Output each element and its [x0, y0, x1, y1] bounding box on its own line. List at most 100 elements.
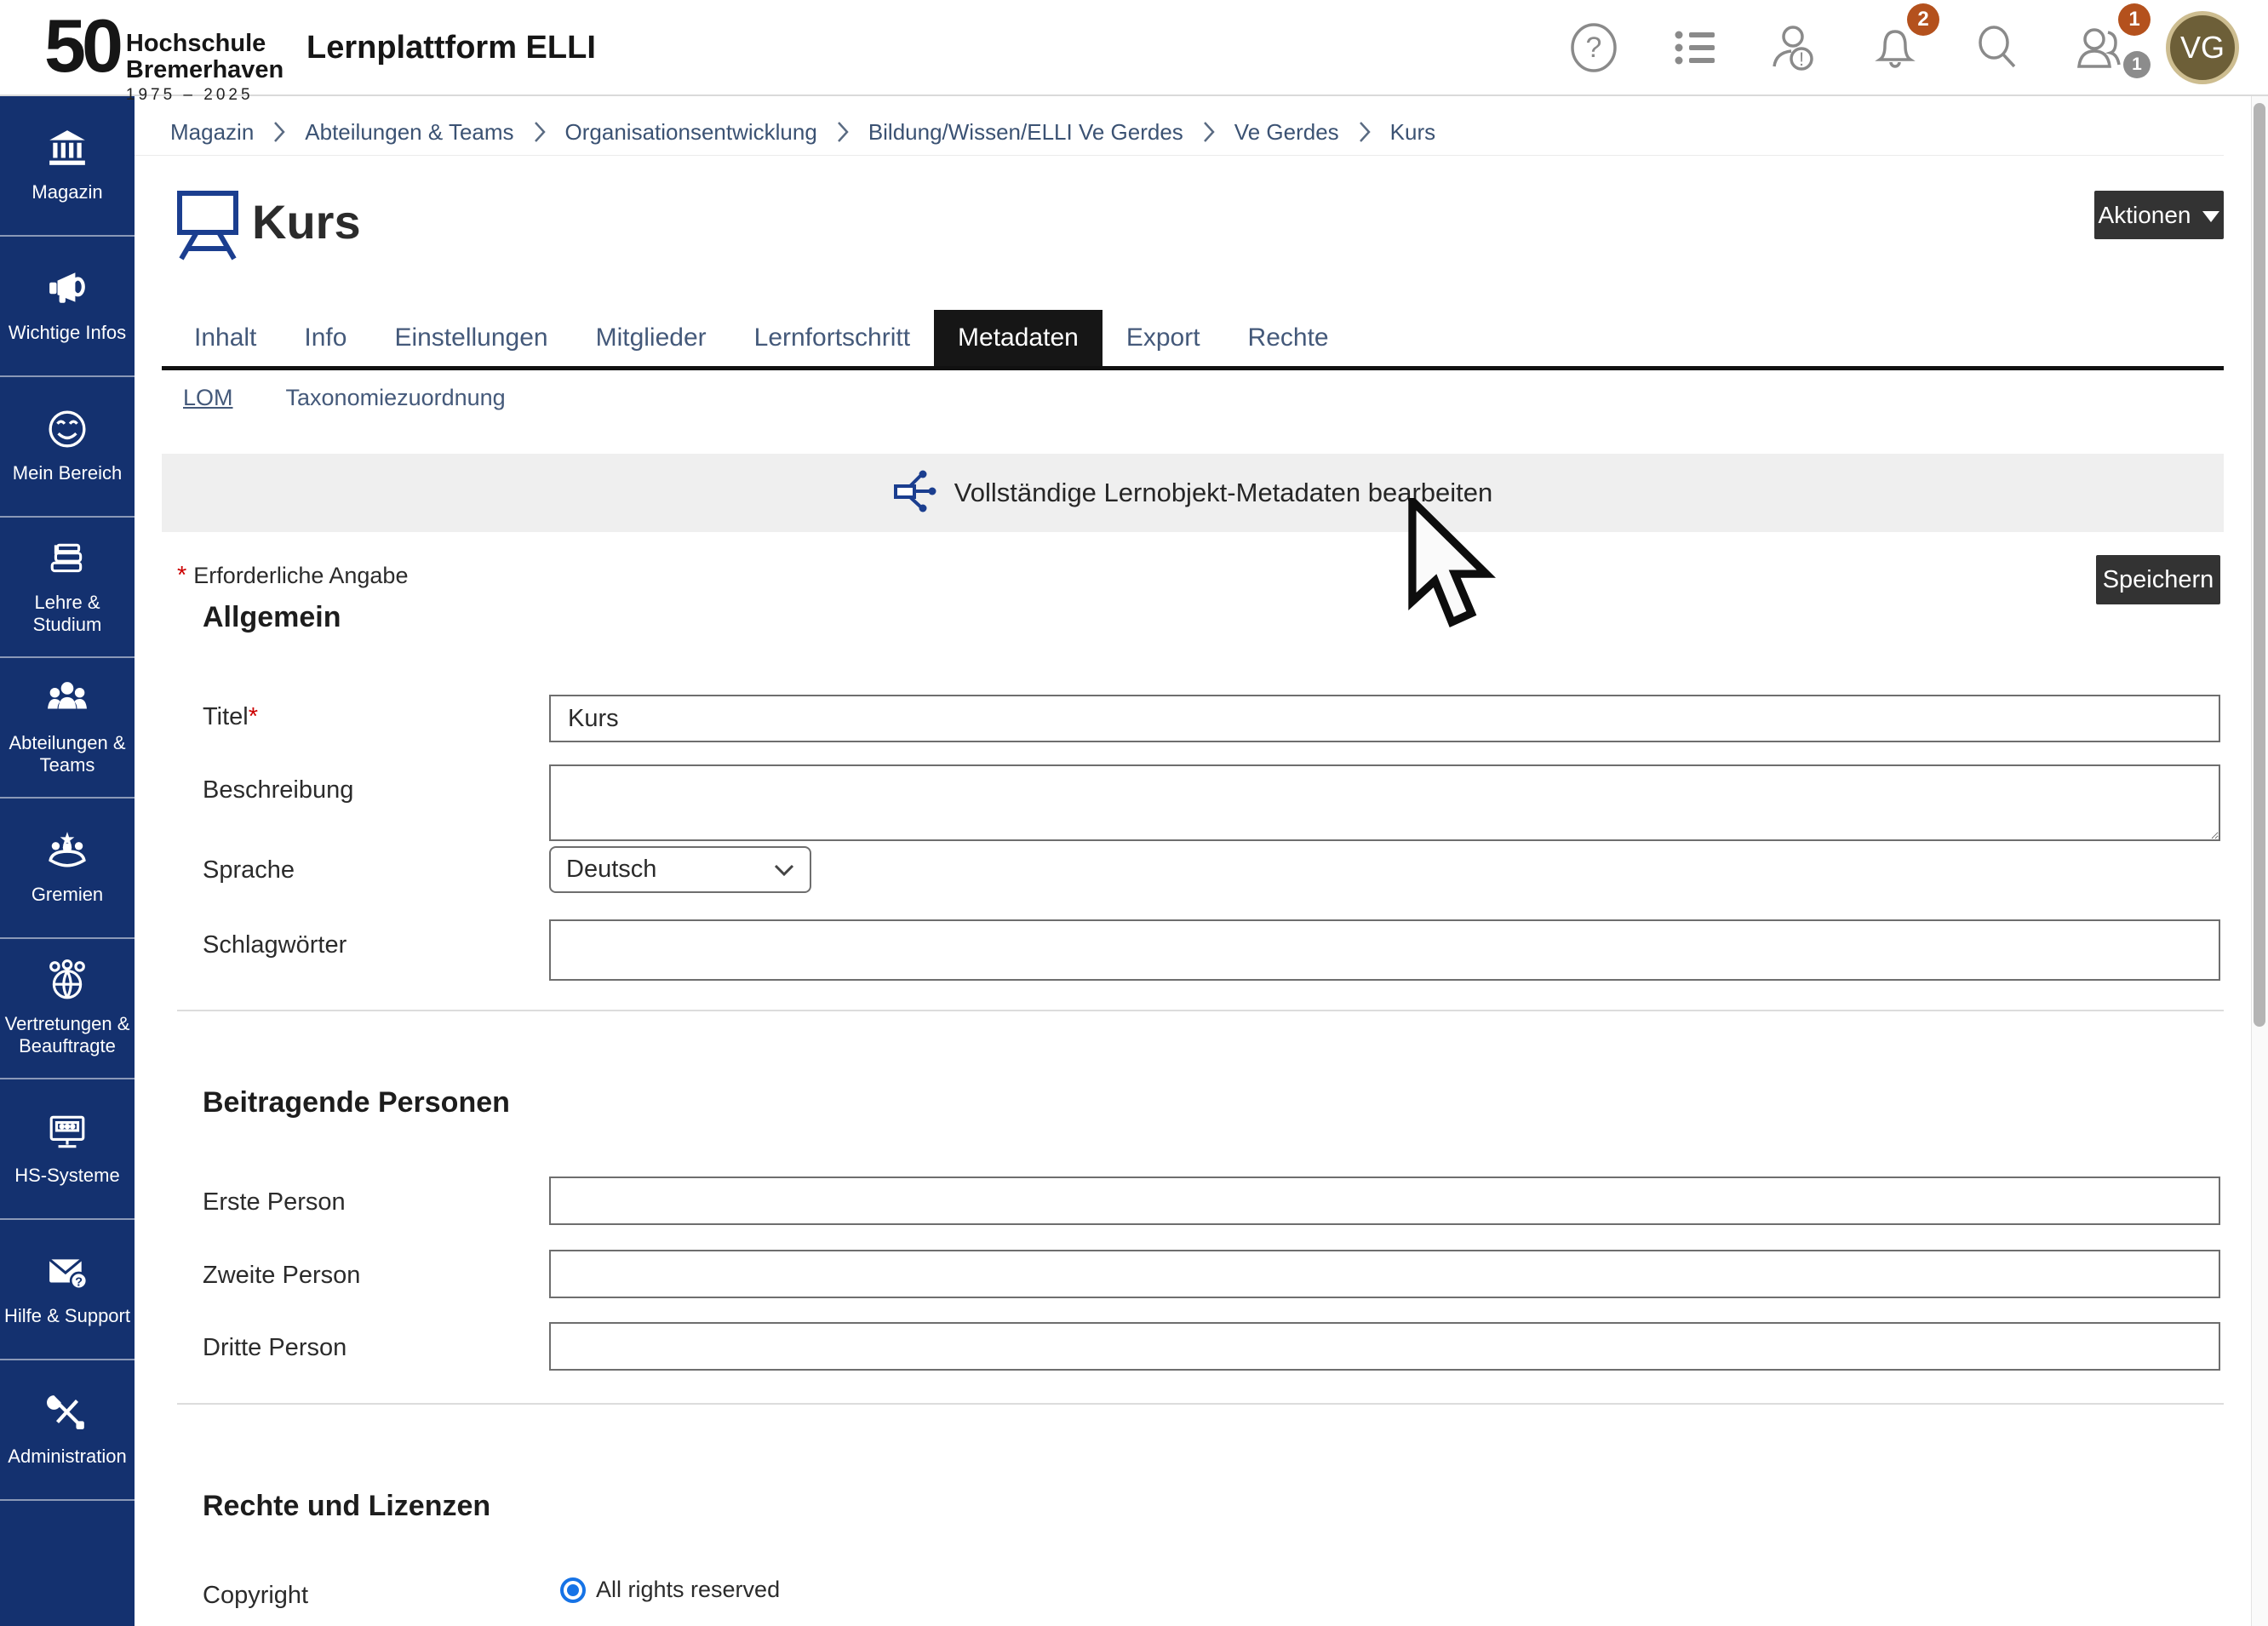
zweite-person-input[interactable] [549, 1250, 2220, 1298]
beschreibung-label: Beschreibung [203, 776, 353, 804]
sidebar-filler [0, 1501, 135, 1626]
chevron-right-icon [836, 121, 850, 143]
tab-bar: Inhalt Info Einstellungen Mitglieder Ler… [170, 310, 1353, 366]
svg-text:!: ! [1799, 49, 1804, 70]
chevron-down-icon [774, 856, 794, 884]
logo-50: 50 [44, 5, 119, 87]
sidebar-item-wichtige-infos[interactable]: Wichtige Infos [0, 237, 135, 377]
sprache-label: Sprache [203, 856, 295, 885]
breadcrumb-item[interactable]: Bildung/Wissen/ELLI Ve Gerdes [868, 119, 1183, 146]
tab-metadaten[interactable]: Metadaten [934, 310, 1102, 366]
sidebar-item-mein-bereich[interactable]: Mein Bereich [0, 377, 135, 518]
breadcrumb-item[interactable]: Ve Gerdes [1234, 119, 1339, 146]
sidebar-item-gremien[interactable]: Gremien [0, 799, 135, 939]
sidebar-item-lehre-studium[interactable]: Lehre & Studium [0, 518, 135, 658]
tab-lernfortschritt[interactable]: Lernfortschritt [730, 310, 934, 366]
logo-years: 1975 – 2025 [126, 86, 284, 105]
tab-rechte[interactable]: Rechte [1224, 310, 1353, 366]
actions-button[interactable]: Aktionen [2094, 191, 2224, 239]
sidebar-item-hilfe-support[interactable]: ? Hilfe & Support [0, 1220, 135, 1360]
beschreibung-textarea[interactable] [549, 764, 2220, 841]
svg-text:?: ? [1586, 31, 1602, 64]
metadata-network-icon [893, 469, 937, 518]
megaphone-icon [47, 268, 88, 313]
bell-badge: 2 [1907, 3, 1939, 36]
tab-info[interactable]: Info [280, 310, 370, 366]
globe-people-icon [47, 959, 88, 1005]
tab-export[interactable]: Export [1102, 310, 1224, 366]
svg-text:?: ? [75, 1276, 83, 1290]
breadcrumb: Magazin Abteilungen & Teams Organisation… [170, 109, 2224, 155]
app-title: Lernplattform ELLI [306, 0, 596, 96]
breadcrumb-item[interactable]: Organisationsentwicklung [565, 119, 817, 146]
users-badge-top: 1 [2118, 3, 2151, 36]
banner-label: Vollständige Lernobjekt-Metadaten bearbe… [954, 478, 1493, 508]
copyright-label: Copyright [203, 1582, 308, 1610]
logo-line1: Hochschule [126, 31, 284, 57]
chevron-right-icon [1202, 121, 1216, 143]
copyright-radio-row: All rights reserved [560, 1577, 780, 1603]
bank-icon [47, 128, 88, 173]
university-logo: 50 Hochschule Bremerhaven 1975 – 2025 [44, 5, 284, 105]
dritte-person-label: Dritte Person [203, 1334, 346, 1362]
subtab-taxonomiezuordnung[interactable]: Taxonomiezuordnung [286, 385, 506, 411]
schlagwoerter-input[interactable] [549, 919, 2220, 981]
top-header: 50 Hochschule Bremerhaven 1975 – 2025 Le… [0, 0, 2268, 96]
chevron-right-icon [272, 121, 286, 143]
screen: 50 Hochschule Bremerhaven 1975 – 2025 Le… [0, 0, 2268, 1626]
section-divider [177, 1403, 2224, 1405]
subtab-lom[interactable]: LOM [183, 385, 233, 411]
scrollbar-track[interactable] [2251, 96, 2268, 1626]
subtab-bar: LOM Taxonomiezuordnung [183, 385, 506, 411]
committee-icon [47, 830, 88, 875]
users-icon[interactable] [2074, 22, 2125, 73]
books-icon [47, 538, 88, 583]
save-button[interactable]: Speichern [2096, 555, 2220, 604]
full-metadata-banner[interactable]: Vollständige Lernobjekt-Metadaten bearbe… [162, 454, 2224, 532]
sidebar-item-magazin[interactable]: Magazin [0, 96, 135, 237]
scrollbar-thumb[interactable] [2254, 103, 2265, 1027]
tab-mitglieder[interactable]: Mitglieder [572, 310, 730, 366]
titel-input[interactable] [549, 695, 2220, 742]
mail-help-icon: ? [47, 1251, 88, 1297]
titel-label: Titel* [203, 703, 258, 731]
sidebar-item-administration[interactable]: Administration [0, 1360, 135, 1501]
section-divider [177, 1010, 2224, 1011]
sprache-select[interactable]: Deutsch [549, 846, 811, 893]
smiley-icon [47, 409, 88, 454]
user-alert-icon[interactable]: ! [1767, 22, 1818, 73]
sidebar-item-vertretungen[interactable]: Vertretungen & Beauftragte [0, 939, 135, 1079]
breadcrumb-item[interactable]: Magazin [170, 119, 254, 146]
list-icon[interactable] [1670, 22, 1721, 73]
chevron-right-icon [1358, 121, 1372, 143]
search-icon[interactable] [1972, 22, 2023, 73]
copyright-radio-selected[interactable] [560, 1577, 586, 1603]
sidebar-item-hs-systeme[interactable]: HS-Systeme [0, 1079, 135, 1220]
tab-inhalt[interactable]: Inhalt [170, 310, 280, 366]
zweite-person-label: Zweite Person [203, 1262, 360, 1290]
breadcrumb-item[interactable]: Abteilungen & Teams [305, 119, 513, 146]
breadcrumb-item[interactable]: Kurs [1390, 119, 1435, 146]
logo-line2: Bremerhaven [126, 57, 284, 83]
erste-person-input[interactable] [549, 1177, 2220, 1225]
caret-down-icon [2202, 202, 2219, 229]
tab-einstellungen[interactable]: Einstellungen [370, 310, 571, 366]
breadcrumb-divider [135, 155, 2224, 156]
course-icon [175, 189, 241, 265]
people-icon [47, 678, 88, 724]
section-heading-beitragende: Beitragende Personen [203, 1086, 510, 1119]
section-heading-rechte: Rechte und Lizenzen [203, 1490, 490, 1523]
tools-icon [47, 1392, 88, 1437]
monitor-icon [47, 1111, 88, 1156]
dritte-person-input[interactable] [549, 1322, 2220, 1371]
page-title: Kurs [252, 194, 361, 249]
required-note: *Erforderliche Angabe [177, 562, 408, 590]
section-heading-allgemein: Allgemein [203, 601, 341, 634]
tab-underline [162, 366, 2224, 370]
sidebar-item-abteilungen-teams[interactable]: Abteilungen & Teams [0, 658, 135, 799]
avatar[interactable]: VG [2166, 11, 2239, 84]
erste-person-label: Erste Person [203, 1188, 346, 1217]
copyright-option-label: All rights reserved [596, 1577, 780, 1603]
help-icon[interactable]: ? [1568, 22, 1619, 73]
main-sidebar: Magazin Wichtige Infos Mein Bereich Lehr… [0, 96, 135, 1626]
